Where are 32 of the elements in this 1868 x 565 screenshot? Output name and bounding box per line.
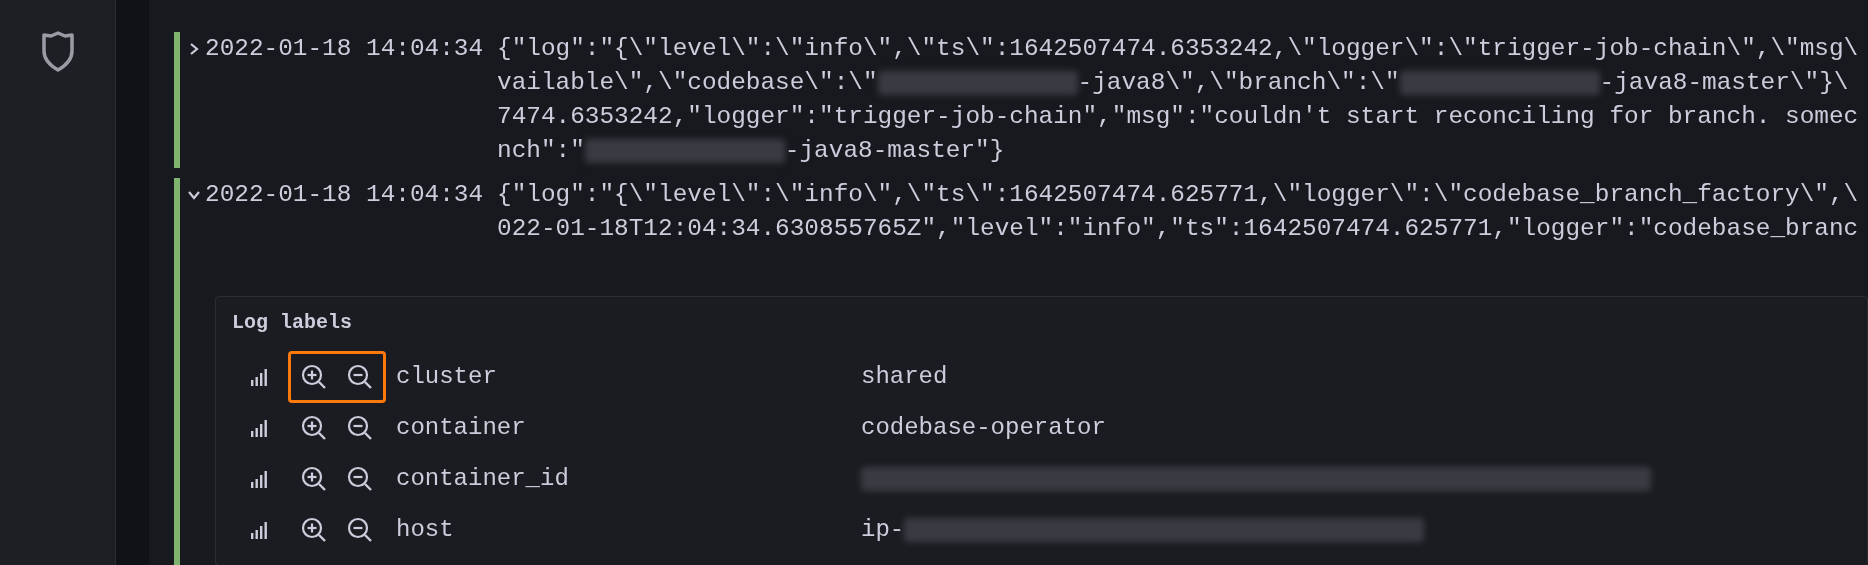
shield-icon[interactable] (40, 30, 75, 72)
label-key: host (396, 512, 861, 547)
log-text: -java8-master"} (784, 137, 1005, 164)
log-text: 022-01-18T12:04:34.630855765Z","level":"info","ts":1642507474.625771,"logger":"codebase_branc (497, 215, 1859, 242)
zoom-in-icon[interactable] (301, 414, 327, 441)
log-text: codebase-operator (861, 412, 1106, 443)
label-key: container (396, 410, 861, 445)
log-text: -java8\",\"branch\":\" (1077, 69, 1400, 96)
zoom-out-icon[interactable] (347, 516, 373, 543)
zoom-out-icon[interactable] (347, 363, 373, 390)
log-text: shared (861, 361, 948, 392)
stats-icon[interactable] (250, 469, 268, 488)
timestamp: 2022-01-18 14:04:34 (205, 180, 485, 210)
timestamp: 2022-01-18 14:04:34 (205, 34, 485, 64)
stats-icon[interactable] (250, 520, 268, 539)
stats-icon[interactable] (250, 367, 268, 386)
log-text: vailable\",\"codebase\":\" (497, 69, 878, 96)
zoom-in-icon[interactable] (301, 516, 327, 543)
zoom-in-icon[interactable] (301, 465, 327, 492)
log-text: {"log":"{\"level\":\"info\",\"ts\":1642507474.625771,\"logger\":\"codebase_branch_factory\",\ (497, 181, 1859, 208)
label-key: container_id (396, 461, 861, 496)
zoom-out-icon[interactable] (347, 414, 373, 441)
label-key: cluster (396, 359, 861, 394)
log-text: -java8-master\"}\ (1599, 69, 1849, 96)
log-text: {"log":"{\"level\":\"info\",\"ts\":1642507474.6353242,\"logger\":\"trigger-job-chain\",\"msg\ (497, 35, 1859, 62)
log-text: nch":" (497, 137, 585, 164)
log-text: 7474.6353242,"logger":"trigger-job-chain","msg":"couldn't start reconciling for branch. somec (497, 103, 1859, 130)
section-title: Log labels (232, 310, 354, 336)
zoom-in-icon[interactable] (301, 363, 327, 390)
zoom-out-icon[interactable] (347, 465, 373, 492)
log-text: ip- (861, 514, 905, 545)
stats-icon[interactable] (250, 418, 268, 437)
